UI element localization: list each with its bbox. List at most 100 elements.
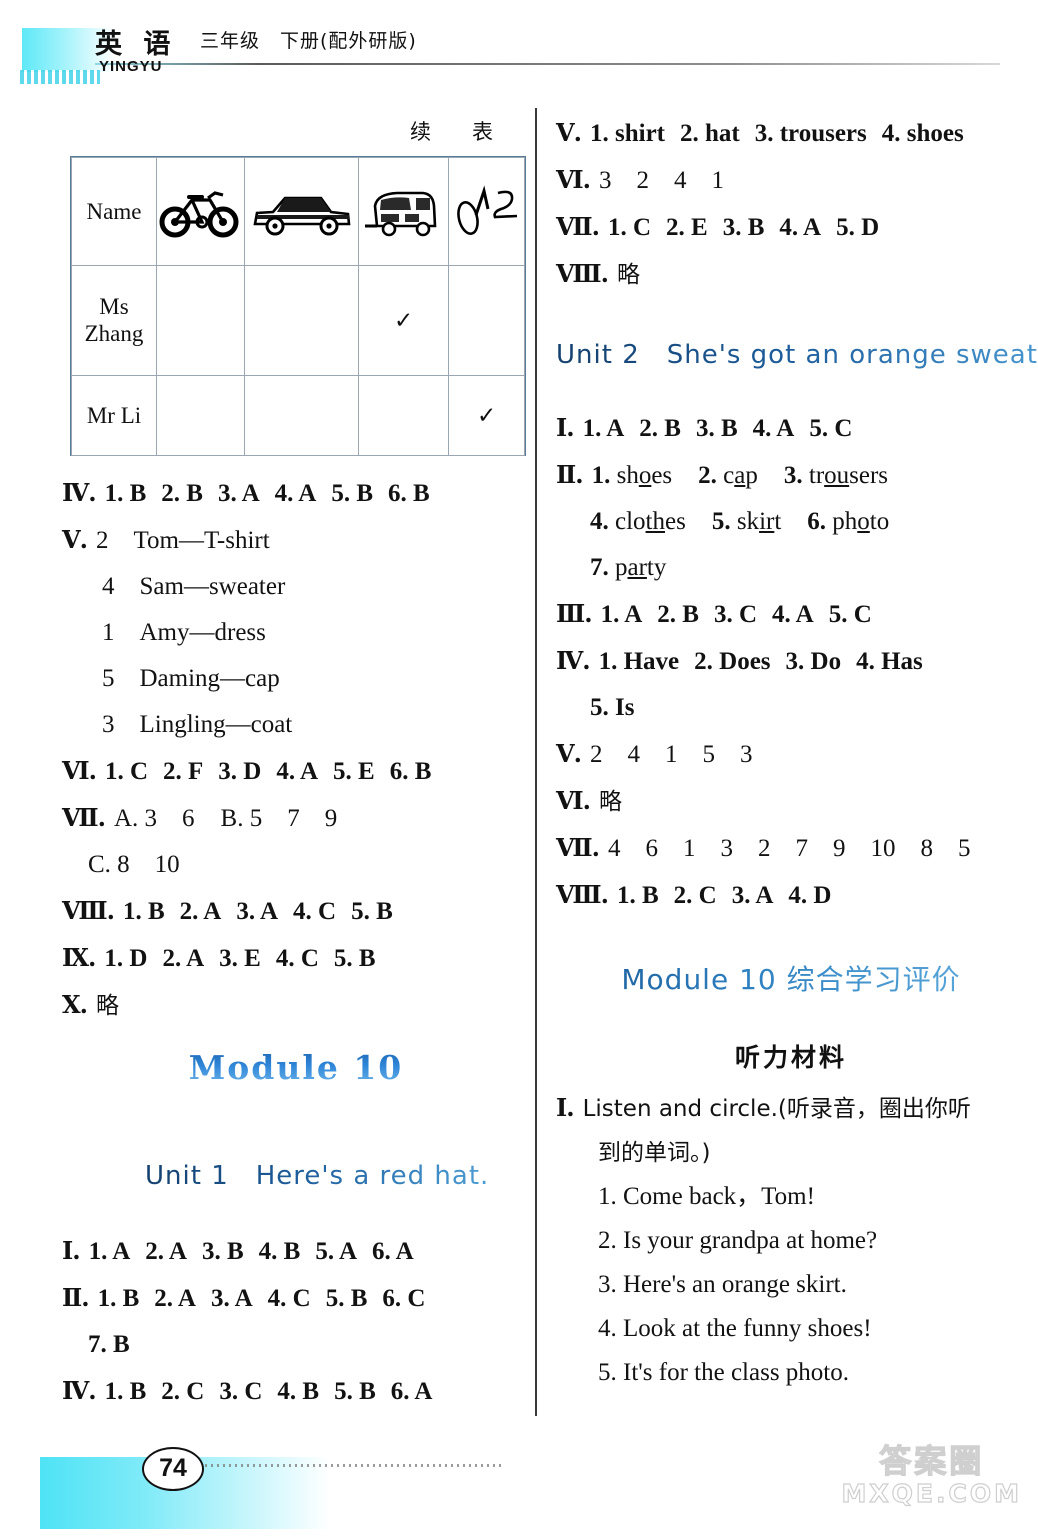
item-number: 5. [711,508,731,535]
answer-item: 5. D [836,214,880,241]
answer-item: 2. A [162,945,205,972]
item-number: 7. [590,554,609,581]
listening-sentence: 2. Is your grandpa at home? [598,1227,878,1254]
answer-line-ii-unit2-b: 4. clothes 5. skirt 6. photo [556,499,1026,545]
item-number: 6. [807,508,827,535]
watermark-line1: 答案圈 [879,1442,985,1480]
answer-item: 2. F [163,758,204,785]
roman-numeral: Ⅳ. [62,1376,97,1405]
answer-item: 2. hat [679,120,740,147]
roman-numeral: Ⅵ. [62,756,97,785]
answer-item: 5. Is [590,694,635,721]
answer-line-viii: Ⅷ. 1. B 2. A 3. A 4. C 5. B [62,888,530,935]
answer-item: 5. E [333,758,375,785]
answer-item: 6. C [382,1285,426,1312]
answer-item: 2. A [154,1285,196,1312]
subject-title-pinyin: YINGYU [99,58,163,75]
answer-item: 5. B [333,945,376,972]
answer-item: 1. A [600,601,643,628]
answer-item: 1. B [97,1285,140,1312]
answer-line-ii-unit2-a: Ⅱ. 1. shoes 2. cap 3. trousers [556,460,889,489]
answer-item: 5. B [334,1378,376,1405]
answer-line-ii-unit2-c: 7. party [556,545,1026,591]
answer-item: 1. B [122,898,165,925]
answer-item: 4. A [276,758,319,785]
answer-item: 3 2 4 1 [598,167,724,194]
answer-item: 3. B [695,415,738,442]
answer-item: 5. C [809,415,853,442]
answer-item: 4. B [277,1378,320,1405]
item-number: 3. [783,462,803,489]
table-row: Ms Zhang ✓ [71,265,525,376]
item-number: 2. [698,462,717,489]
listening-sentence: 3. Here's an orange skirt. [598,1271,847,1298]
left-answer-block: Ⅳ. 1. B 2. B 3. A 4. A 5. B 6. B Ⅴ. 2 Tom—T-shi… [62,470,530,1029]
answer-line-ix: Ⅸ. 1. D 2. A 3. E 4. C 5. B [62,935,530,982]
answer-item: 6. A [372,1238,414,1265]
answer-item: 3. C [219,1378,263,1405]
instruction-text: Listen and circle.(听录音，圈出你听 [582,1096,971,1122]
module-evaluation-heading: Module 10 综合学习评价 [556,958,1026,998]
answer-item: 略 [95,993,119,1019]
answer-item: 2. B [639,415,681,442]
answer-item: 3. B [201,1238,244,1265]
answer-line-iv-unit1: Ⅳ. 1. B 2. C 3. C 4. B 5. B 6. A [62,1368,530,1415]
listening-sentence: 1. Come back，Tom! [598,1183,815,1210]
answer-item: 4. B [258,1238,301,1265]
answer-item: 7. B [88,1331,130,1358]
listening-instruction-line1: Ⅰ. Listen and circle.(听录音，圈出你听 [556,1086,1026,1131]
word-with-underline: skirt [736,508,782,535]
answer-item: 3. C [713,601,758,628]
bicycle-icon [156,157,245,266]
walking-feet-icon [448,157,525,266]
word-with-underline: photo [832,508,890,535]
answer-item: 1. shirt [589,120,665,147]
answer-item: 1. A [88,1238,131,1265]
roman-numeral: Ⅶ. [556,212,600,241]
answer-item: 3. D [218,758,262,785]
roman-numeral: Ⅷ. [556,259,609,288]
answer-item: 5. A [315,1238,358,1265]
answer-item: A. 3 6 [113,805,195,832]
answer-item: 1. D [104,945,148,972]
answer-item: 1. Have [598,648,680,675]
roman-numeral: Ⅲ. [556,599,593,628]
answer-line-vii: Ⅶ. A. 3 6 B. 5 7 9 [62,795,530,842]
roman-numeral: Ⅵ. [556,786,591,815]
roman-numeral: Ⅸ. [62,943,96,972]
row-label-line2: Zhang [84,320,144,346]
answer-item: 1. C [607,214,652,241]
answer-item: 5. C [828,601,872,628]
answer-item: 1. B [104,1378,147,1405]
answer-line-ii: Ⅱ. 1. B 2. A 3. A 4. C 5. B 6. C [62,1275,530,1322]
survey-table: Name Ms Zhang ✓ Mr Li ✓ [70,156,526,456]
answer-line-vi-unit2: Ⅵ. 略 [556,778,1026,825]
answer-item: 2. E [666,214,708,241]
roman-numeral: Ⅰ. [556,1093,575,1122]
answer-item: 3. Do [785,648,842,675]
table-header-row: Name [71,157,525,266]
row-label-ms-zhang: Ms Zhang [71,265,157,376]
answer-item: 1. B [616,882,659,909]
cell-zhang-walk [448,265,525,376]
right-answer-block-unit2: Ⅰ. 1. A 2. B 3. B 4. A 5. C Ⅱ. 1. shoes 2. cap 3… [556,405,1026,919]
roman-numeral: Ⅷ. [556,880,609,909]
answer-item: 4. shoes [881,120,964,147]
answer-line-iii-unit2: Ⅲ. 1. A 2. B 3. C 4. A 5. C [556,591,1026,638]
answer-line-v: Ⅴ. 2 Tom—T-shirt [62,517,530,564]
answer-line-vi: Ⅵ. 1. C 2. F 3. D 4. A 5. E 6. B [62,748,530,795]
answer-item: 1. A [582,415,625,442]
grade-edition-label: 三年级 下册(配外研版) [200,30,417,52]
answer-item: 6. A [390,1378,433,1405]
footer-dotted-rule [205,1464,505,1467]
answer-line-i: Ⅰ. 1. A 2. A 3. B 4. B 5. A 6. A [62,1228,530,1275]
answer-line-vii-right: Ⅶ. 1. C 2. E 3. B 4. A 5. D [556,204,1026,251]
item-number: 1. [591,462,611,489]
answer-item: 2. A [179,898,222,925]
watermark: 答案圈 MXQE.COM [841,1442,1022,1508]
answer-item: 3. A [217,480,260,507]
answer-item: 4. C [293,898,337,925]
cell-zhang-car [243,265,360,376]
answer-item: 4. A [772,601,814,628]
answer-line-vii-unit2: Ⅶ. 4 6 1 3 2 7 9 10 8 5 [556,825,1026,872]
